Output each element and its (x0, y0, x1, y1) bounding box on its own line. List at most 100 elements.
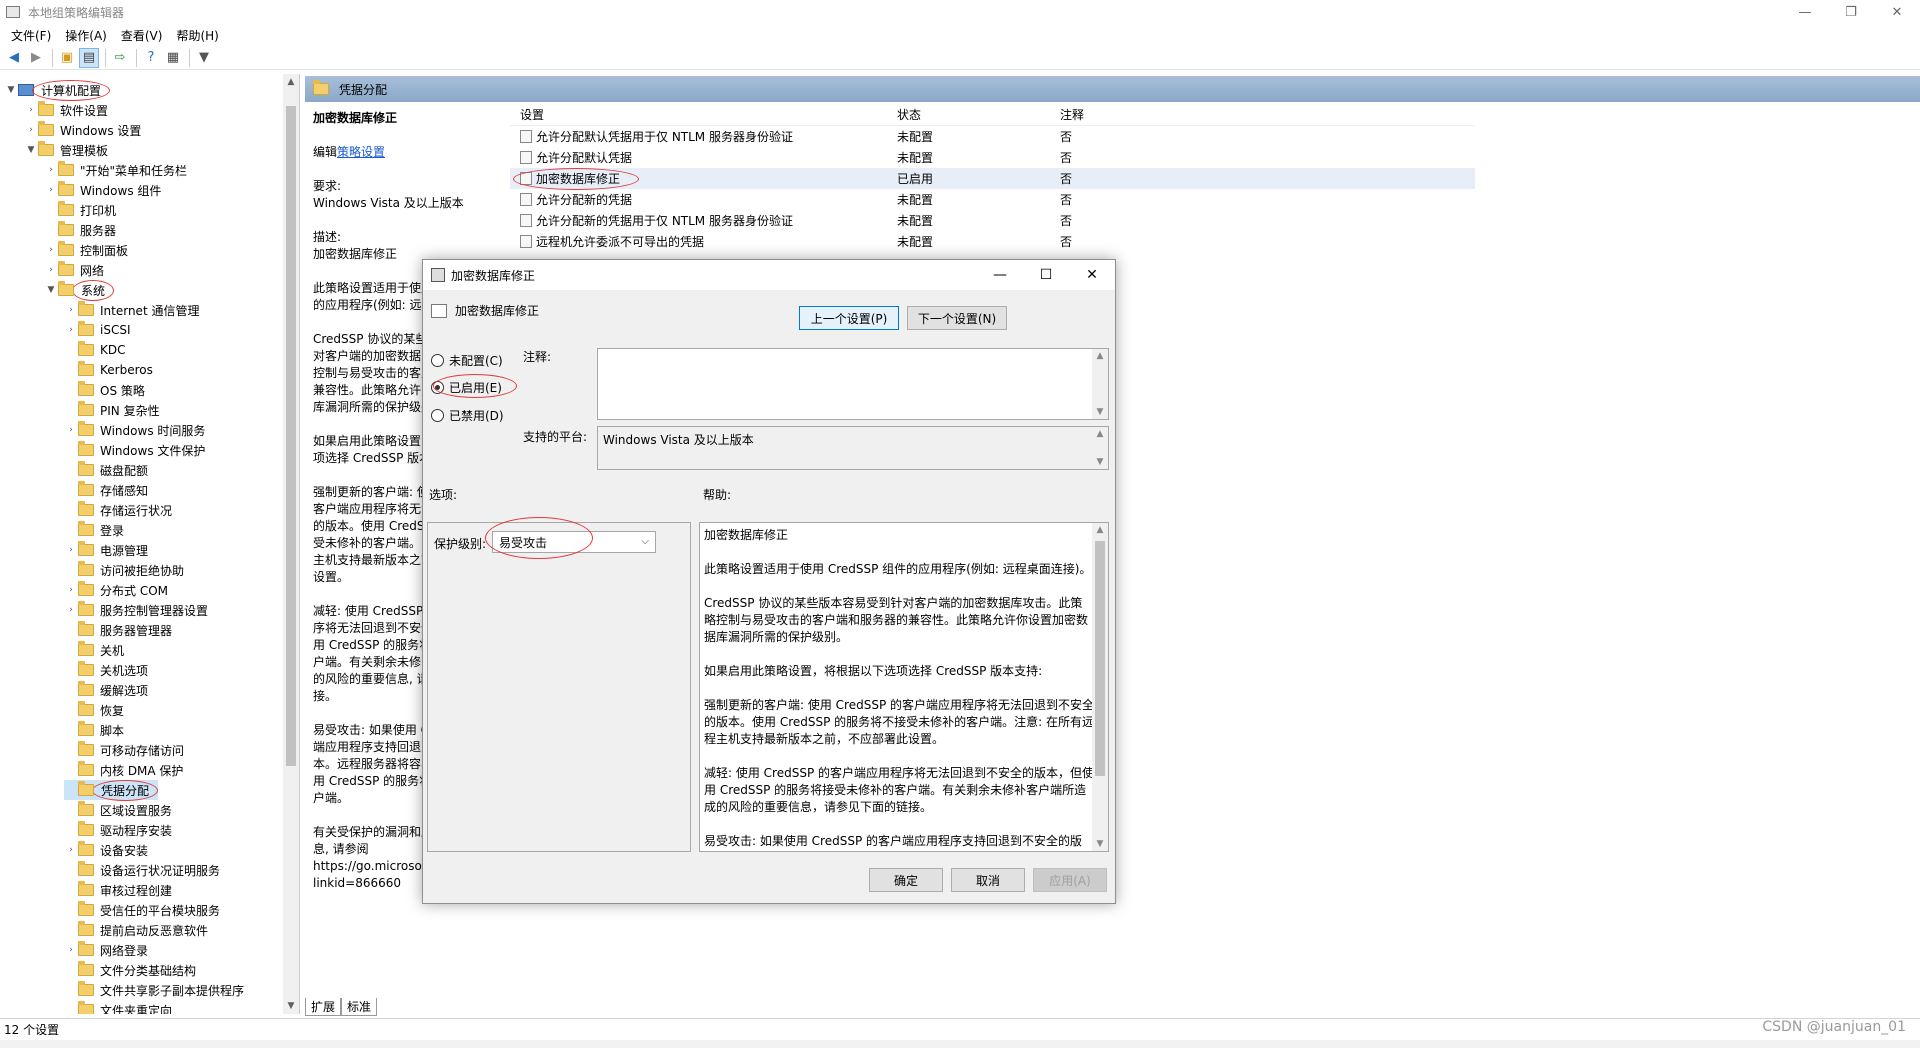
tree-node[interactable]: 审核过程创建 (64, 880, 172, 900)
tree-node[interactable]: ▼ 计算机配置 (4, 79, 111, 101)
chevron-right-icon[interactable]: › (64, 605, 78, 615)
tree-node[interactable]: 可移动存储访问 (64, 740, 184, 760)
tree-node[interactable]: › Internet 通信管理 (64, 300, 199, 320)
menu-file[interactable]: 文件(F) (4, 27, 58, 44)
tree-node[interactable]: › 软件设置 (24, 100, 108, 120)
tree-node[interactable]: 文件分类基础结构 (64, 960, 196, 980)
tree-node[interactable]: ▼ 系统 (44, 279, 115, 301)
filter-icon[interactable]: ▼ (194, 48, 214, 68)
setting-row[interactable]: 加密数据库修正 已启用 否 (510, 168, 1475, 189)
setting-row[interactable]: 允许分配新的凭据 未配置 否 (510, 189, 1475, 210)
help-scroll-thumb[interactable] (1095, 541, 1105, 776)
tree-node[interactable]: 区域设置服务 (64, 800, 172, 820)
tree-node[interactable]: PIN 复杂性 (64, 400, 160, 420)
tree-scrollbar[interactable]: ▲ ▼ (283, 74, 299, 1014)
apply-button[interactable]: 应用(A) (1033, 868, 1107, 892)
radio-not-configured[interactable]: 未配置(C) (431, 352, 503, 369)
platform-scrollbar[interactable]: ▲ ▼ (1092, 427, 1108, 469)
tree-node[interactable]: 凭据分配 (64, 779, 159, 801)
comment-scrollbar[interactable]: ▲ ▼ (1092, 349, 1108, 419)
tree-node[interactable]: 访问被拒绝协助 (64, 560, 184, 580)
dialog-close-icon[interactable]: ✕ (1069, 260, 1115, 290)
tree-node[interactable]: Kerberos (64, 360, 153, 380)
tree-node[interactable]: KDC (64, 340, 126, 360)
setting-row[interactable]: 允许分配默认凭据用于仅 NTLM 服务器身份验证 未配置 否 (510, 126, 1475, 147)
chevron-right-icon[interactable]: › (44, 185, 58, 195)
tree-node[interactable]: 存储运行状况 (64, 500, 172, 520)
tree-node[interactable]: › Windows 时间服务 (64, 420, 205, 440)
tree-node[interactable]: 关机选项 (64, 660, 148, 680)
column-header-setting[interactable]: 设置 (510, 106, 865, 123)
chevron-right-icon[interactable]: › (44, 165, 58, 175)
properties-icon[interactable]: ▦ (163, 48, 183, 68)
tree-node[interactable]: 打印机 (44, 200, 116, 220)
scroll-down-icon[interactable]: ▼ (1092, 837, 1108, 851)
menu-help[interactable]: 帮助(H) (169, 27, 225, 44)
scroll-down-icon[interactable]: ▼ (283, 998, 299, 1014)
back-arrow-icon[interactable]: ◀ (4, 48, 24, 68)
tree-node[interactable]: › "开始"菜单和任务栏 (44, 160, 187, 180)
up-folder-icon[interactable]: ▣ (57, 48, 77, 68)
chevron-right-icon[interactable]: › (64, 945, 78, 955)
tree-node[interactable]: 提前启动反恶意软件 (64, 920, 208, 940)
edit-policy-link[interactable]: 策略设置 (337, 145, 385, 159)
protection-level-select[interactable]: 易受攻击 ⌵ (492, 531, 656, 553)
radio-circle[interactable] (431, 409, 444, 422)
ok-button[interactable]: 确定 (869, 868, 943, 892)
tree-node[interactable]: › 控制面板 (44, 240, 128, 260)
tree-node[interactable]: 设备运行状况证明服务 (64, 860, 220, 880)
chevron-right-icon[interactable]: › (24, 105, 38, 115)
tree-node[interactable]: › 网络登录 (64, 940, 148, 960)
comment-textarea[interactable]: ▲ ▼ (597, 348, 1109, 420)
scroll-up-icon[interactable]: ▲ (1092, 523, 1108, 537)
maximize-icon[interactable]: ❐ (1828, 0, 1874, 24)
scroll-up-icon[interactable]: ▲ (1092, 349, 1108, 363)
dialog-minimize-icon[interactable]: — (977, 260, 1023, 290)
chevron-right-icon[interactable]: › (24, 125, 38, 135)
tree-node[interactable]: 服务器 (44, 220, 116, 240)
chevron-right-icon[interactable]: › (64, 305, 78, 315)
tree-node[interactable]: › Windows 设置 (24, 120, 141, 140)
tree-node[interactable]: › 分布式 COM (64, 580, 168, 600)
tree-node[interactable]: ▼ 管理模板 (24, 140, 108, 160)
chevron-right-icon[interactable]: › (44, 245, 58, 255)
column-header-state[interactable]: 状态 (865, 106, 1020, 123)
tree-node[interactable]: 关机 (64, 640, 124, 660)
tree-node[interactable]: 内核 DMA 保护 (64, 760, 183, 780)
tree-node[interactable]: 恢复 (64, 700, 124, 720)
setting-row[interactable]: 远程机允许委派不可导出的凭据 未配置 否 (510, 231, 1475, 252)
tree-node[interactable]: 文件夹重定向 (64, 1000, 172, 1014)
tree-node[interactable]: › 服务控制管理器设置 (64, 600, 208, 620)
menu-view[interactable]: 查看(V) (114, 27, 170, 44)
tree-node[interactable]: 脚本 (64, 720, 124, 740)
chevron-down-icon[interactable]: ▼ (24, 145, 38, 155)
chevron-right-icon[interactable]: › (64, 545, 78, 555)
previous-setting-button[interactable]: 上一个设置(P) (799, 306, 899, 330)
tree-node[interactable]: › 网络 (44, 260, 104, 280)
tree-node[interactable]: › iSCSI (64, 320, 131, 340)
radio-disabled[interactable]: 已禁用(D) (431, 407, 504, 424)
help-scrollbar[interactable]: ▲ ▼ (1092, 523, 1108, 851)
tree-node[interactable]: › 设备安装 (64, 840, 148, 860)
chevron-right-icon[interactable]: › (64, 845, 78, 855)
scroll-down-icon[interactable]: ▼ (1092, 405, 1108, 419)
chevron-right-icon[interactable]: › (44, 265, 58, 275)
tree-node[interactable]: 服务器管理器 (64, 620, 172, 640)
dialog-maximize-icon[interactable]: ☐ (1023, 260, 1069, 290)
chevron-right-icon[interactable]: › (64, 325, 78, 335)
tab-extended[interactable]: 扩展 (305, 998, 342, 1016)
scroll-up-icon[interactable]: ▲ (1092, 427, 1108, 441)
tree-node[interactable]: Windows 文件保护 (64, 440, 205, 460)
tree-node[interactable]: 缓解选项 (64, 680, 148, 700)
radio-enabled[interactable]: 已启用(E) (431, 379, 502, 396)
next-setting-button[interactable]: 下一个设置(N) (907, 306, 1007, 330)
scroll-up-icon[interactable]: ▲ (283, 74, 299, 90)
tree-node[interactable]: › Windows 组件 (44, 180, 161, 200)
radio-circle-selected[interactable] (431, 381, 444, 394)
chevron-right-icon[interactable]: › (64, 585, 78, 595)
show-hide-tree-icon[interactable]: ▤ (79, 47, 99, 68)
tree-node[interactable]: 存储感知 (64, 480, 148, 500)
tree-node[interactable]: OS 策略 (64, 380, 145, 400)
forward-arrow-icon[interactable]: ▶ (26, 48, 46, 68)
scroll-down-icon[interactable]: ▼ (1092, 455, 1108, 469)
